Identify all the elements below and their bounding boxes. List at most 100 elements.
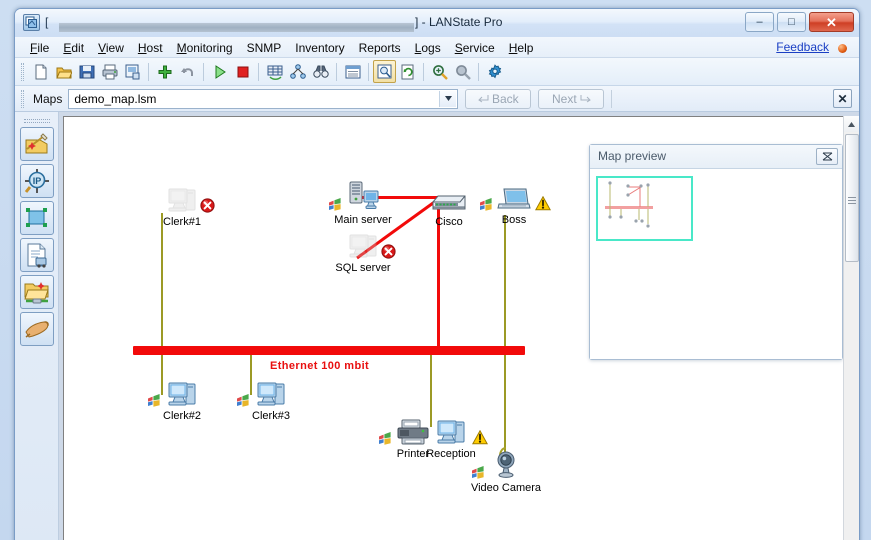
- topology-button[interactable]: [286, 60, 309, 83]
- new-map-button[interactable]: [29, 60, 52, 83]
- sidebar-tool-add-object[interactable]: [19, 127, 54, 161]
- map-node-sql-server[interactable]: SQL server: [326, 225, 400, 274]
- export-button[interactable]: [121, 60, 144, 83]
- status-indicator-dot: [838, 44, 847, 53]
- menu-item-file[interactable]: File: [23, 39, 56, 57]
- window-controls: – □ ✕: [745, 12, 854, 32]
- add-object-icon: [24, 131, 50, 157]
- map-preview-thumbnail: [605, 181, 653, 228]
- feedback-link[interactable]: Feedback: [776, 40, 829, 54]
- play-icon: [212, 64, 228, 80]
- topology-icon: [289, 63, 306, 80]
- window-title-redaction: [59, 23, 414, 32]
- map-node-boss[interactable]: Boss: [477, 177, 552, 226]
- sidebar-tool-shape[interactable]: [19, 201, 54, 235]
- next-button[interactable]: Next: [538, 88, 605, 109]
- close-map-button[interactable]: ✕: [833, 89, 852, 108]
- map-node-clerk3[interactable]: Clerk#3: [234, 373, 308, 422]
- menu-item-reports[interactable]: Reports: [352, 39, 408, 57]
- back-button[interactable]: Back: [465, 88, 532, 109]
- lanstate-application: [ ] - LANState Pro – □ ✕ File Edit View Hos…: [0, 0, 871, 540]
- menu-item-host[interactable]: Host: [131, 39, 170, 57]
- find-button[interactable]: [309, 60, 332, 83]
- export-image-icon: [125, 64, 141, 80]
- map-node-label: Video Camera: [470, 482, 542, 494]
- start-monitoring-button[interactable]: [208, 60, 231, 83]
- save-disk-icon: [79, 64, 95, 80]
- menu-item-inventory[interactable]: Inventory: [288, 39, 351, 57]
- refresh-page-icon: [400, 64, 416, 80]
- sidebar-tool-group[interactable]: [19, 275, 54, 309]
- zoom-in-button[interactable]: [428, 60, 451, 83]
- list-view-button[interactable]: [341, 60, 364, 83]
- menu-item-view[interactable]: View: [91, 39, 131, 57]
- chevron-up-icon: [848, 121, 855, 127]
- print-button[interactable]: [98, 60, 121, 83]
- sidebar-grip[interactable]: [23, 119, 50, 123]
- back-arrow-icon: [478, 95, 489, 103]
- map-magnifier-icon: [377, 64, 393, 80]
- gear-icon: [487, 63, 503, 80]
- map-node-video-camera[interactable]: Video Camera: [469, 445, 543, 494]
- map-select-value: demo_map.lsm: [74, 91, 157, 106]
- error-badge-icon: [381, 244, 396, 259]
- refresh-button[interactable]: [396, 60, 419, 83]
- map-preview-viewport[interactable]: [596, 176, 693, 241]
- windows-flag-icon: [147, 394, 161, 407]
- toolbar-separator: [258, 62, 259, 81]
- device-glyph: [431, 193, 467, 215]
- map-node-clerk1[interactable]: Clerk#1: [145, 179, 219, 228]
- minimize-glyph: –: [756, 15, 763, 28]
- maximize-button[interactable]: □: [777, 12, 806, 32]
- sidebar-tool-ip-scan[interactable]: IP: [19, 164, 54, 198]
- menu-item-snmp[interactable]: SNMP: [240, 39, 289, 57]
- map-vertical-scrollbar[interactable]: [843, 116, 859, 540]
- map-preview-panel[interactable]: Map preview: [589, 144, 843, 360]
- menu-item-edit[interactable]: Edit: [56, 39, 91, 57]
- map-node-cisco[interactable]: Cisco: [412, 179, 486, 228]
- map-node-main-server[interactable]: Main server: [326, 177, 400, 226]
- close-button[interactable]: ✕: [809, 12, 854, 32]
- open-map-button[interactable]: [52, 60, 75, 83]
- zoom-out-button[interactable]: [451, 60, 474, 83]
- menu-item-logs[interactable]: Logs: [408, 39, 448, 57]
- network-map-canvas[interactable]: Ethernet 100 mbit Clerk#1 Main server Cisc…: [63, 116, 843, 540]
- undo-button[interactable]: [176, 60, 199, 83]
- network-scan-button[interactable]: [263, 60, 286, 83]
- device-glyph: [165, 185, 199, 215]
- map-select-combobox[interactable]: demo_map.lsm: [68, 88, 459, 109]
- chevron-down-icon[interactable]: [439, 90, 457, 107]
- map-preview-header: Map preview: [590, 145, 842, 169]
- error-badge-icon: [200, 198, 215, 213]
- link-boss-bus[interactable]: [504, 215, 506, 348]
- settings-button[interactable]: [483, 60, 506, 83]
- save-map-button[interactable]: [75, 60, 98, 83]
- map-window-icon: [23, 14, 40, 31]
- scroll-up-button[interactable]: [844, 116, 859, 132]
- link-clerk1-bus[interactable]: [161, 213, 163, 348]
- minimize-button[interactable]: –: [745, 12, 774, 32]
- map-preview-close-button[interactable]: [816, 148, 838, 165]
- maps-toolbar: Maps demo_map.lsm Back Next ✕: [15, 86, 859, 112]
- device-icon-camera: [469, 445, 543, 481]
- stop-monitoring-button[interactable]: [231, 60, 254, 83]
- map-node-clerk2[interactable]: Clerk#2: [145, 373, 219, 422]
- map-view-button[interactable]: [373, 60, 396, 83]
- sidebar-tool-link[interactable]: [19, 312, 54, 346]
- toolbar-separator: [478, 62, 479, 81]
- undo-arrow-icon: [180, 64, 196, 80]
- title-bar: [ ] - LANState Pro – □ ✕: [15, 9, 859, 37]
- sidebar-tool-document[interactable]: [19, 238, 54, 272]
- menu-item-service[interactable]: Service: [448, 39, 502, 57]
- add-device-button[interactable]: [153, 60, 176, 83]
- menu-item-help[interactable]: Help: [502, 39, 541, 57]
- new-document-icon: [33, 64, 49, 80]
- menu-item-monitoring[interactable]: Monitoring: [170, 39, 240, 57]
- sidebar-tool-list: IP: [15, 127, 58, 346]
- ethernet-bus[interactable]: [133, 346, 525, 355]
- map-preview-body[interactable]: [590, 169, 842, 359]
- scrollbar-thumb[interactable]: [845, 134, 859, 262]
- toolbar-grip[interactable]: [21, 62, 24, 81]
- maps-toolbar-grip[interactable]: [21, 89, 24, 108]
- svg-text:IP: IP: [32, 176, 41, 186]
